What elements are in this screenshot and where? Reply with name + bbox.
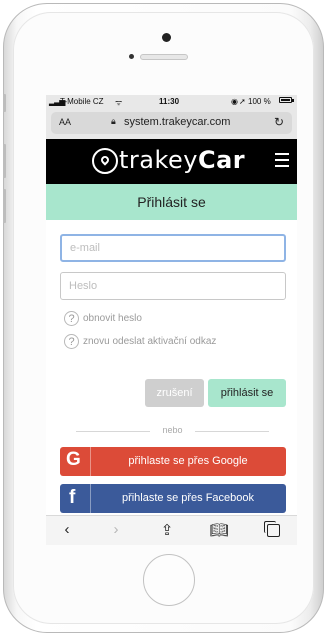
question-circle-icon: ? bbox=[64, 334, 79, 349]
back-icon[interactable]: ‹ bbox=[57, 521, 77, 538]
brand-logo-text[interactable]: trakeyCar bbox=[119, 146, 245, 174]
front-sensor bbox=[162, 33, 171, 42]
mute-switch bbox=[3, 94, 6, 112]
carrier-label: T-Mobile CZ bbox=[60, 97, 104, 106]
facebook-login-label: přihlaste se přes Facebook bbox=[121, 492, 255, 504]
brand-name-part2: Car bbox=[198, 146, 246, 174]
google-icon: G bbox=[66, 449, 81, 470]
or-label: nebo bbox=[162, 425, 183, 435]
divider-line-right bbox=[195, 431, 269, 432]
reset-password-link[interactable]: ? obnovit heslo bbox=[64, 311, 142, 329]
address-bar[interactable]: AA 🔒︎ system.trakeycar.com ↻ bbox=[51, 112, 292, 134]
facebook-icon: f bbox=[69, 487, 76, 508]
volume-up-button bbox=[3, 144, 6, 178]
battery-percent: 100 % bbox=[248, 97, 271, 106]
location-icon: ➚ bbox=[239, 97, 246, 106]
email-input[interactable] bbox=[60, 234, 286, 262]
earpiece-speaker bbox=[140, 54, 188, 60]
reload-icon[interactable]: ↻ bbox=[274, 115, 284, 129]
forward-icon[interactable]: › bbox=[106, 521, 126, 538]
wifi-icon: ᯤ bbox=[115, 98, 123, 107]
share-icon[interactable]: ⇪ bbox=[157, 521, 177, 539]
status-bar: ▂▃▅ T-Mobile CZ ᯤ 11:30 ◉ ➚ 100 % bbox=[46, 95, 297, 109]
rotation-lock-icon: ◉ bbox=[231, 97, 238, 106]
trakeycar-logo-icon[interactable] bbox=[92, 148, 118, 174]
or-divider: nebo bbox=[76, 425, 269, 437]
resend-activation-link[interactable]: ? znovu odeslat aktivační odkaz bbox=[64, 334, 216, 352]
volume-down-button bbox=[3, 189, 6, 223]
url-text: system.trakeycar.com bbox=[124, 116, 231, 128]
facebook-login-button[interactable]: f přihlaste se přes Facebook bbox=[60, 484, 286, 513]
site-header: trakeyCar bbox=[46, 139, 297, 184]
password-input[interactable] bbox=[60, 272, 286, 300]
tabs-icon[interactable] bbox=[264, 521, 280, 537]
cancel-button[interactable]: zrušení bbox=[145, 379, 204, 407]
reader-aa-button[interactable]: AA bbox=[59, 117, 71, 127]
browser-address-area: AA 🔒︎ system.trakeycar.com ↻ bbox=[46, 109, 297, 139]
browser-toolbar: ‹ › ⇪ 📖︎ bbox=[46, 515, 297, 545]
login-title: Přihlásit se bbox=[46, 184, 297, 220]
hamburger-menu-icon[interactable] bbox=[275, 153, 289, 171]
status-time: 11:30 bbox=[159, 97, 180, 106]
google-login-button[interactable]: G přihlaste se přes Google bbox=[60, 447, 286, 476]
resend-activation-label: znovu odeslat aktivační odkaz bbox=[83, 336, 217, 347]
lock-icon: 🔒︎ bbox=[111, 116, 116, 126]
battery-icon bbox=[279, 97, 294, 103]
front-camera bbox=[129, 54, 134, 59]
brand-name-part1: trakey bbox=[119, 146, 198, 174]
reset-password-label: obnovit heslo bbox=[83, 313, 142, 324]
bookmarks-icon[interactable]: 📖︎ bbox=[209, 521, 229, 539]
login-button[interactable]: přihlásit se bbox=[208, 379, 286, 407]
question-circle-icon: ? bbox=[64, 311, 79, 326]
phone-screen: ▂▃▅ T-Mobile CZ ᯤ 11:30 ◉ ➚ 100 % AA 🔒︎ … bbox=[46, 95, 297, 545]
google-login-label: přihlaste se přes Google bbox=[128, 455, 248, 467]
home-button[interactable] bbox=[143, 554, 195, 606]
